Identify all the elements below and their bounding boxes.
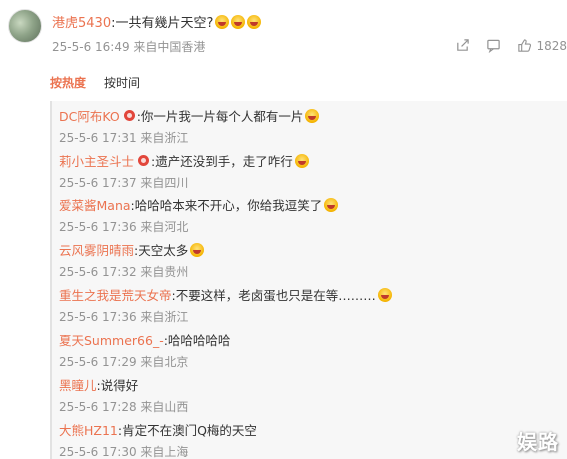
reply-username[interactable]: 夏天Summer66_- [59,330,164,349]
laughing-emoji-icon [215,14,230,29]
thumbs-up-icon[interactable] [517,38,532,53]
tab-sort-time[interactable]: 按时间 [104,74,140,91]
share-icon[interactable] [455,38,470,53]
reply-item: 夏天Summer66_- :哈哈哈哈哈 [59,330,230,349]
reply-meta: 25-5-6 17:36 来自河北 [59,220,189,234]
reply-meta: 25-5-6 17:37 来自四川 [59,176,189,190]
member-badge-icon [123,110,135,121]
main-comment-username[interactable]: 港虎5430 [52,12,111,31]
main-comment-meta: 25-5-6 16:49 来自中国香港 [52,40,206,54]
tab-sort-hot[interactable]: 按热度 [50,74,86,91]
like-count: 1828 [536,38,567,53]
reply-text: :天空太多 [134,243,189,258]
reply-item: 云风雾阴晴雨 :天空太多 [59,240,205,259]
sort-tabs: 按热度 按时间 [50,74,140,91]
reply-username[interactable]: 大熊HZ11 [59,420,118,439]
watermark: 娱路 [517,430,559,454]
reply-username[interactable]: 黑瞳儿 [59,375,97,394]
reply-text: :说得好 [96,378,139,393]
reply-username[interactable]: DC阿布KO [59,106,120,125]
reply-text: :你一片我一片每个人都有一片 [136,109,304,124]
reply-item: 大熊HZ11 :肯定不在澳门Q梅的天空 [59,420,257,439]
reply-text: :不要这样，老卤蛋也只是在等……… [171,288,376,303]
laughing-emoji-icon [231,14,246,29]
main-comment-actions: 1828 [455,38,567,53]
reply-username[interactable]: 云风雾阴晴雨 [59,240,134,259]
reply-item: DC阿布KO :你一片我一片每个人都有一片 [59,106,320,125]
thinking-emoji-icon [190,242,205,257]
reply-username[interactable]: 重生之我是荒天女帝 [59,285,172,304]
member-badge-icon [138,155,150,166]
reply-username[interactable]: 莉小主圣斗士 [59,151,134,170]
laughing-emoji-icon [247,14,262,29]
reply-text: :肯定不在澳门Q梅的天空 [117,423,257,438]
reply-text: :哈哈哈哈哈 [163,333,231,348]
reply-text: :遗产还没到手，走了咋行 [151,154,293,169]
reply-meta: 25-5-6 17:29 来自北京 [59,355,189,369]
main-comment-text: :一共有幾片天空? [111,16,214,31]
reply-meta: 25-5-6 17:28 来自山西 [59,400,189,414]
smile-emoji-icon [324,197,339,212]
reply-meta: 25-5-6 17:36 来自浙江 [59,310,189,324]
reply-item: 黑瞳儿 :说得好 [59,375,138,394]
reply-item: 莉小主圣斗士 :遗产还没到手，走了咋行 [59,151,309,170]
cat-emoji-icon [377,287,392,302]
reply-item: 爱菜酱Mana :哈哈哈本来不开心，你给我逗笑了 [59,195,339,214]
laughing-emoji-icon [294,153,309,168]
comment-icon[interactable] [486,38,501,53]
reply-username[interactable]: 爱菜酱Mana [59,195,131,214]
smile-emoji-icon [305,108,320,123]
reply-meta: 25-5-6 17:31 来自浙江 [59,131,189,145]
reply-item: 重生之我是荒天女帝 :不要这样，老卤蛋也只是在等……… [59,285,392,304]
reply-meta: 25-5-6 17:30 来自上海 [59,445,189,459]
main-comment: 港虎5430 :一共有幾片天空? [52,12,262,31]
avatar[interactable] [8,9,42,43]
reply-meta: 25-5-6 17:32 来自贵州 [59,265,189,279]
reply-text: :哈哈哈本来不开心，你给我逗笑了 [130,198,323,213]
